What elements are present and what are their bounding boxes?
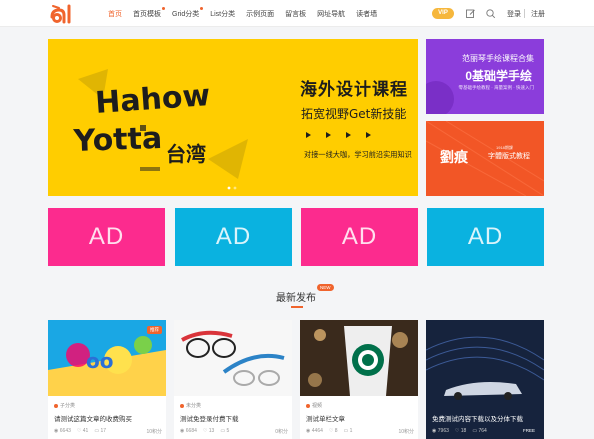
main-nav: 首页 首页模板 Grid分类 List分类 示例页面 留言板 网址导航 读者墙 xyxy=(108,7,388,19)
side-banner-1-line3: 零基础手绘教程 · 海量案例 · 快速入门 xyxy=(458,85,535,90)
eye-icon: ◉ xyxy=(54,428,59,434)
carousel-dots[interactable] xyxy=(226,186,240,190)
ad-slot-3[interactable]: AD xyxy=(301,208,418,266)
post-title[interactable]: 测试免登录付费下载 xyxy=(180,413,239,423)
heart-icon: ♡ xyxy=(454,428,460,434)
post-price: 10积分 xyxy=(398,429,414,435)
side-banner-typography[interactable]: 劉痕 1918期課 字體版式教程 xyxy=(426,121,544,196)
post-meta: ◉ 7963 ♡ 18 ▭ 764 xyxy=(432,428,540,434)
post-category[interactable]: 视频 xyxy=(306,402,322,409)
comment-icon: ▭ xyxy=(220,428,226,434)
ad-slot-2[interactable]: AD xyxy=(175,208,292,266)
side-banner-1-line2: 0基础学手绘 xyxy=(465,69,532,83)
hero-art-line3: 台湾 xyxy=(166,142,206,166)
vip-button[interactable]: VIP xyxy=(432,8,454,19)
side-banner-2-small: 字體版式教程 xyxy=(488,152,530,160)
search-icon[interactable] xyxy=(485,8,496,19)
comment-icon: ▭ xyxy=(94,428,100,434)
comments-count: ▭ 1 xyxy=(343,428,353,434)
edit-icon[interactable] xyxy=(465,8,476,19)
side-banner-2-big: 劉痕 xyxy=(440,150,468,166)
eye-icon: ◉ xyxy=(180,428,185,434)
side-banner-1-line1: 范丽琴手绘课程合集 xyxy=(462,54,534,63)
post-title[interactable]: 测试单栏文章 xyxy=(306,413,345,423)
svg-text:oo: oo xyxy=(86,349,113,373)
comments-count: ▭ 5 xyxy=(220,428,230,434)
eye-icon: ◉ xyxy=(306,428,311,434)
post-price: 0积分 xyxy=(275,429,288,435)
likes-count: ♡ 8 xyxy=(328,428,338,434)
likes-count: ♡ 18 xyxy=(454,428,467,434)
recommend-badge: 推荐 xyxy=(147,326,162,334)
heart-icon: ♡ xyxy=(76,428,82,434)
nav-item-grid-category[interactable]: Grid分类 xyxy=(172,7,204,19)
top-header: 首页 首页模板 Grid分类 List分类 示例页面 留言板 网址导航 读者墙 … xyxy=(0,0,594,27)
site-logo[interactable] xyxy=(48,3,74,25)
post-thumbnail[interactable] xyxy=(174,320,292,396)
comments-count: ▭ 764 xyxy=(472,428,487,434)
post-card[interactable]: 未分类 测试免登录付费下载 ◉ 6684 ♡ 13 ▭ 5 0积分 xyxy=(174,320,292,439)
comments-count: ▭ 17 xyxy=(94,428,107,434)
side-banner-handdrawing[interactable]: 范丽琴手绘课程合集 0基础学手绘 零基础手绘教程 · 海量案例 · 快速入门 xyxy=(426,39,544,114)
post-card[interactable]: 视频 测试单栏文章 ◉ 4464 ♡ 8 ▭ 1 10积分 xyxy=(300,320,418,439)
post-title[interactable]: 请测试这篇文章的收费购买 xyxy=(54,413,132,423)
comment-icon: ▭ xyxy=(472,428,478,434)
hero-subtitle: 拓宽视野Get新技能 xyxy=(301,107,407,121)
eye-icon: ◉ xyxy=(432,428,437,434)
hero-art-line2: Yotta xyxy=(72,121,163,159)
post-card[interactable]: oo 推荐 子分类 请测试这篇文章的收费购买 ◉ 6643 ♡ 41 ▭ 17 … xyxy=(48,320,166,439)
nav-item-guestbook[interactable]: 留言板 xyxy=(285,9,306,19)
views-count: ◉ 7963 xyxy=(432,428,449,434)
hero-art-line1: Hahow xyxy=(94,78,211,121)
ad-slot-4[interactable]: AD xyxy=(427,208,544,266)
hero-title: 海外设计课程 xyxy=(300,80,408,100)
likes-count: ♡ 13 xyxy=(202,428,215,434)
post-meta: ◉ 6643 ♡ 41 ▭ 17 10积分 xyxy=(54,428,162,435)
section-title-underline xyxy=(291,306,303,308)
header-separator xyxy=(524,9,525,18)
play-arrows-icon xyxy=(306,132,371,138)
nav-item-list-category[interactable]: List分类 xyxy=(210,9,235,19)
likes-count: ♡ 41 xyxy=(76,428,89,434)
post-meta: ◉ 6684 ♡ 13 ▭ 5 0积分 xyxy=(180,428,288,435)
ad-slot-1[interactable]: AD xyxy=(48,208,165,266)
nav-item-sample-pages[interactable]: 示例页面 xyxy=(246,9,274,19)
hero-description: 对接一线大咖，学习前沿实用知识 xyxy=(304,150,412,159)
views-count: ◉ 4464 xyxy=(306,428,323,434)
nav-item-home-templates[interactable]: 首页模板 xyxy=(133,7,165,19)
post-category[interactable]: 未分类 xyxy=(180,402,201,409)
post-meta: ◉ 4464 ♡ 8 ▭ 1 10积分 xyxy=(306,428,414,435)
post-price: 10积分 xyxy=(146,429,162,435)
post-category[interactable]: 子分类 xyxy=(54,402,75,409)
post-thumbnail[interactable] xyxy=(300,320,418,396)
section-title-latest: 最新发布 xyxy=(276,293,316,304)
post-card[interactable]: FREE 免费测试内容下载以及分体下载 ◉ 7963 ♡ 18 ▭ 764 xyxy=(426,320,544,439)
heart-icon: ♡ xyxy=(328,428,334,434)
views-count: ◉ 6684 xyxy=(180,428,197,434)
nav-item-url-nav[interactable]: 网址导航 xyxy=(317,9,345,19)
nav-item-readers-wall[interactable]: 读者墙 xyxy=(356,9,377,19)
nav-item-home[interactable]: 首页 xyxy=(108,9,122,19)
hero-banner[interactable]: Hahow Yotta 台湾 海外设计课程 拓宽视野Get新技能 对接一线大咖，… xyxy=(48,39,418,196)
heart-icon: ♡ xyxy=(202,428,208,434)
new-badge: NEW xyxy=(317,284,334,291)
comment-icon: ▭ xyxy=(343,428,349,434)
register-link[interactable]: 注册 xyxy=(531,9,545,19)
post-title[interactable]: 免费测试内容下载以及分体下载 xyxy=(432,413,523,423)
login-link[interactable]: 登录 xyxy=(507,9,521,19)
views-count: ◉ 6643 xyxy=(54,428,71,434)
